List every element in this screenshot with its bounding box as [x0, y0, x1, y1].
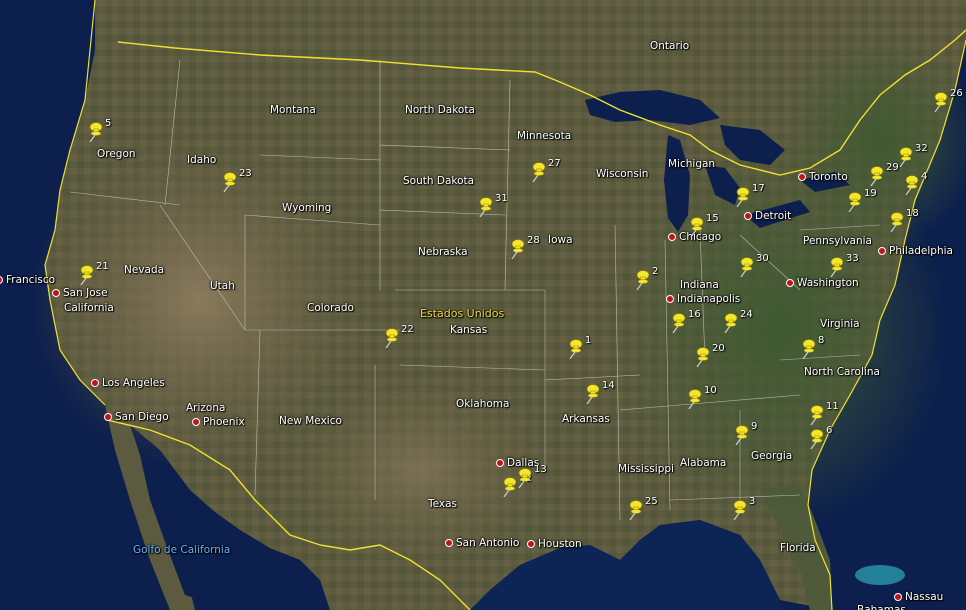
- placemark[interactable]: 22: [383, 324, 414, 352]
- placemark-number: 22: [401, 324, 414, 335]
- placemark-number: 18: [906, 208, 919, 219]
- yellow-pushpin-icon: [688, 389, 702, 410]
- yellow-pushpin-icon: [830, 257, 844, 278]
- yellow-pushpin-icon: [696, 347, 710, 368]
- placemark[interactable]: 20: [694, 343, 725, 371]
- placemark[interactable]: 6: [808, 425, 832, 453]
- placemark[interactable]: 28: [509, 235, 540, 263]
- yellow-pushpin-icon: [479, 197, 493, 218]
- placemark[interactable]: 9: [733, 421, 757, 449]
- placemark[interactable]: 1: [567, 335, 591, 363]
- placemark-number: 21: [96, 261, 109, 272]
- placemark-number: 32: [915, 143, 928, 154]
- placemark-number: 16: [688, 309, 701, 320]
- placemark-number: 26: [950, 88, 963, 99]
- placemark[interactable]: 21: [78, 261, 109, 289]
- placemark[interactable]: 29: [868, 162, 899, 190]
- yellow-pushpin-icon: [934, 92, 948, 113]
- placemark[interactable]: 4: [903, 171, 927, 199]
- placemark-number: 6: [826, 425, 833, 436]
- placemark[interactable]: 15: [688, 213, 719, 241]
- yellow-pushpin-icon: [724, 313, 738, 334]
- yellow-pushpin-icon: [636, 270, 650, 291]
- placemark[interactable]: 25: [627, 496, 658, 524]
- placemark-number: 2: [652, 266, 659, 277]
- placemark-number: 20: [712, 343, 725, 354]
- yellow-pushpin-icon: [223, 172, 237, 193]
- placemark-number: 27: [548, 158, 561, 169]
- placemark-number: 25: [645, 496, 658, 507]
- placemark[interactable]: 10: [686, 385, 717, 413]
- yellow-pushpin-icon: [870, 166, 884, 187]
- placemark[interactable]: 3: [731, 496, 755, 524]
- yellow-pushpin-icon: [690, 217, 704, 238]
- yellow-pushpin-icon: [385, 328, 399, 349]
- placemark[interactable]: 12: [501, 473, 532, 501]
- yellow-pushpin-icon: [672, 313, 686, 334]
- placemark[interactable]: 14: [584, 380, 615, 408]
- yellow-pushpin-icon: [503, 477, 517, 498]
- placemark[interactable]: 33: [828, 253, 859, 281]
- placemark-number: 1: [585, 335, 592, 346]
- yellow-pushpin-icon: [569, 339, 583, 360]
- yellow-pushpin-icon: [810, 429, 824, 450]
- placemark-number: 11: [826, 401, 839, 412]
- yellow-pushpin-icon: [905, 175, 919, 196]
- placemark-number: 14: [602, 380, 615, 391]
- yellow-pushpin-icon: [890, 212, 904, 233]
- yellow-pushpin-icon: [511, 239, 525, 260]
- placemark-number: 4: [921, 171, 928, 182]
- placemark[interactable]: 23: [221, 168, 252, 196]
- placemark-number: 30: [756, 253, 769, 264]
- placemark[interactable]: 27: [530, 158, 561, 186]
- placemark-number: 24: [740, 309, 753, 320]
- yellow-pushpin-icon: [740, 257, 754, 278]
- yellow-pushpin-icon: [848, 192, 862, 213]
- yellow-pushpin-icon: [89, 122, 103, 143]
- placemark-number: 5: [105, 118, 112, 129]
- placemark-number: 31: [495, 193, 508, 204]
- placemark[interactable]: 19: [846, 188, 877, 216]
- placemark[interactable]: 24: [722, 309, 753, 337]
- placemark[interactable]: 8: [800, 335, 824, 363]
- yellow-pushpin-icon: [586, 384, 600, 405]
- terrain-layer: [0, 0, 966, 610]
- placemark[interactable]: 17: [734, 183, 765, 211]
- placemark[interactable]: 26: [932, 88, 963, 116]
- yellow-pushpin-icon: [802, 339, 816, 360]
- placemark[interactable]: 13: [516, 464, 547, 492]
- yellow-pushpin-icon: [735, 425, 749, 446]
- placemark[interactable]: 32: [897, 143, 928, 171]
- placemark[interactable]: 30: [738, 253, 769, 281]
- placemark-number: 8: [818, 335, 825, 346]
- placemark[interactable]: 31: [477, 193, 508, 221]
- yellow-pushpin-icon: [629, 500, 643, 521]
- placemark[interactable]: 2: [634, 266, 658, 294]
- placemark[interactable]: 11: [808, 401, 839, 429]
- placemark-number: 3: [749, 496, 756, 507]
- placemark-number: 10: [704, 385, 717, 396]
- yellow-pushpin-icon: [518, 468, 532, 489]
- placemark-number: 9: [751, 421, 758, 432]
- placemark-number: 28: [527, 235, 540, 246]
- yellow-pushpin-icon: [532, 162, 546, 183]
- yellow-pushpin-icon: [736, 187, 750, 208]
- placemark[interactable]: 18: [888, 208, 919, 236]
- yellow-pushpin-icon: [899, 147, 913, 168]
- yellow-pushpin-icon: [80, 265, 94, 286]
- placemark[interactable]: 16: [670, 309, 701, 337]
- placemark-number: 23: [239, 168, 252, 179]
- placemark-number: 33: [846, 253, 859, 264]
- placemark-number: 17: [752, 183, 765, 194]
- map-view[interactable]: Estados Unidos Golfo de California Ontario…: [0, 0, 966, 610]
- yellow-pushpin-icon: [810, 405, 824, 426]
- yellow-pushpin-icon: [733, 500, 747, 521]
- placemark[interactable]: 5: [87, 118, 111, 146]
- placemark-number: 15: [706, 213, 719, 224]
- placemark-number: 13: [534, 464, 547, 475]
